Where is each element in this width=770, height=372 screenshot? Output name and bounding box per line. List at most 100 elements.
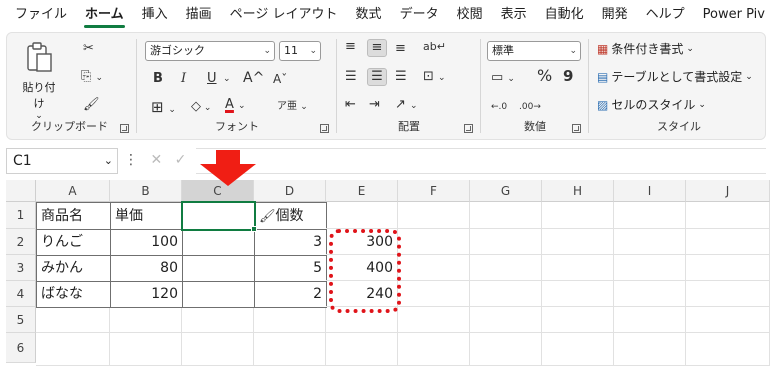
select-all-corner[interactable] xyxy=(6,180,36,202)
cancel-icon[interactable]: ✕ xyxy=(150,152,166,168)
empty-cell[interactable] xyxy=(614,202,686,229)
cell-d2[interactable]: 3 xyxy=(254,229,327,256)
wrap-text-icon[interactable]: ab↵ xyxy=(423,39,446,55)
column-header-a[interactable]: A xyxy=(36,180,110,202)
decrease-indent-icon[interactable]: ⇤ xyxy=(345,97,356,113)
empty-cell[interactable] xyxy=(542,281,614,307)
font-launcher-icon[interactable] xyxy=(320,124,329,133)
empty-cell[interactable] xyxy=(182,333,254,366)
empty-cell[interactable] xyxy=(326,333,398,366)
empty-cell[interactable] xyxy=(470,307,542,333)
empty-cell[interactable] xyxy=(614,255,686,281)
column-header-g[interactable]: G xyxy=(470,180,542,202)
decrease-decimal-icon[interactable]: .00→ xyxy=(519,99,541,115)
accounting-format-icon[interactable]: ▭ ⌄ xyxy=(491,70,515,87)
empty-cell[interactable] xyxy=(36,307,110,333)
empty-cell[interactable] xyxy=(686,229,770,255)
tab-data[interactable]: データ xyxy=(391,0,448,30)
column-header-i[interactable]: I xyxy=(614,180,686,202)
row-header-2[interactable]: 2 xyxy=(6,229,36,255)
empty-cell[interactable] xyxy=(686,307,770,333)
empty-cell[interactable] xyxy=(614,333,686,366)
cell-e1[interactable] xyxy=(326,202,398,229)
empty-cell[interactable] xyxy=(614,281,686,307)
cell-styles-button[interactable]: ▨ セルのスタイル ⌄ xyxy=(597,97,706,113)
cell-b4[interactable]: 120 xyxy=(110,281,183,308)
column-header-e[interactable]: E xyxy=(326,180,398,202)
empty-cell[interactable] xyxy=(614,307,686,333)
cell-b2[interactable]: 100 xyxy=(110,229,183,256)
grow-font-button[interactable]: A^ xyxy=(243,70,264,86)
format-painter-icon[interactable]: 🖌 xyxy=(83,97,100,113)
align-right-icon[interactable]: ☰ xyxy=(395,69,407,85)
fill-handle[interactable] xyxy=(251,226,257,232)
underline-button[interactable]: U xyxy=(207,71,217,87)
column-header-h[interactable]: H xyxy=(542,180,614,202)
align-middle-icon[interactable]: ≡ xyxy=(367,39,387,57)
font-size-select[interactable]: 11 ⌄ xyxy=(279,41,321,61)
cell-a4[interactable]: ばなな xyxy=(36,281,111,308)
conditional-formatting-button[interactable]: ▦ 条件付き書式 ⌄ xyxy=(597,41,694,57)
empty-cell[interactable] xyxy=(398,281,470,307)
format-as-table-button[interactable]: ▤ テーブルとして書式設定 ⌄ xyxy=(597,69,753,85)
tab-page-layout[interactable]: ページ レイアウト xyxy=(221,0,347,30)
tab-power-pivot[interactable]: Power Piv xyxy=(694,0,770,30)
cut-icon[interactable]: ✂ xyxy=(83,41,94,57)
empty-cell[interactable] xyxy=(398,333,470,366)
empty-cell[interactable] xyxy=(542,255,614,281)
merge-center-icon[interactable]: ⊡ ⌄ xyxy=(423,69,446,86)
empty-cell[interactable] xyxy=(470,333,542,366)
empty-cell[interactable] xyxy=(542,307,614,333)
italic-button[interactable]: I xyxy=(181,71,186,87)
borders-icon[interactable]: ⊞ ⌄ xyxy=(151,99,176,118)
increase-indent-icon[interactable]: ⇥ xyxy=(369,97,380,113)
cell-c3[interactable] xyxy=(182,255,255,282)
empty-cell[interactable] xyxy=(110,307,182,333)
font-name-select[interactable]: 游ゴシック ⌄ xyxy=(145,41,275,61)
column-header-b[interactable]: B xyxy=(110,180,182,202)
row-header-1[interactable]: 1 xyxy=(6,202,36,229)
cell-d1[interactable]: 🖌個数 xyxy=(254,202,327,230)
column-header-f[interactable]: F xyxy=(398,180,470,202)
cell-c4[interactable] xyxy=(182,281,255,308)
tab-insert[interactable]: 挿入 xyxy=(133,0,177,30)
tab-view[interactable]: 表示 xyxy=(492,0,536,30)
align-top-icon[interactable]: ≡ xyxy=(345,39,356,55)
align-bottom-icon[interactable]: ≡ xyxy=(395,41,406,57)
empty-cell[interactable] xyxy=(398,307,470,333)
empty-cell[interactable] xyxy=(470,255,542,281)
row-header-5[interactable]: 5 xyxy=(6,307,36,333)
clipboard-launcher-icon[interactable] xyxy=(120,124,129,133)
formula-input[interactable] xyxy=(196,148,766,174)
font-color-button[interactable]: A ⌄ xyxy=(225,97,246,114)
orientation-icon[interactable]: ↗ ⌄ xyxy=(395,97,418,114)
tab-draw[interactable]: 描画 xyxy=(177,0,221,30)
name-box[interactable]: C1 ⌄ xyxy=(6,148,118,174)
tab-review[interactable]: 校閲 xyxy=(448,0,492,30)
empty-cell[interactable] xyxy=(614,229,686,255)
tab-home[interactable]: ホーム xyxy=(76,0,133,30)
empty-cell[interactable] xyxy=(686,202,770,229)
cell-b1[interactable]: 単価 xyxy=(110,202,183,230)
empty-cell[interactable] xyxy=(36,333,110,366)
empty-cell[interactable] xyxy=(254,333,326,366)
fill-color-icon[interactable]: ◇ ⌄ xyxy=(191,99,211,116)
empty-cell[interactable] xyxy=(686,281,770,307)
empty-cell[interactable] xyxy=(542,229,614,255)
phonetic-icon[interactable]: ア亜 ⌄ xyxy=(277,99,308,115)
enter-icon[interactable]: ✓ xyxy=(175,152,191,168)
tab-developer[interactable]: 開発 xyxy=(593,0,637,30)
shrink-font-button[interactable]: Aˇ xyxy=(273,71,287,87)
row-header-3[interactable]: 3 xyxy=(6,255,36,281)
column-header-j[interactable]: J xyxy=(686,180,770,202)
increase-decimal-icon[interactable]: ←.0 xyxy=(491,99,507,115)
comma-style-button[interactable]: 9 xyxy=(563,68,573,84)
empty-cell[interactable] xyxy=(686,333,770,366)
row-header-4[interactable]: 4 xyxy=(6,281,36,307)
empty-cell[interactable] xyxy=(470,202,542,229)
cell-d3[interactable]: 5 xyxy=(254,255,327,282)
cell-c1[interactable] xyxy=(181,201,256,231)
empty-cell[interactable] xyxy=(398,255,470,281)
bold-button[interactable]: B xyxy=(153,71,163,87)
empty-cell[interactable] xyxy=(398,202,470,229)
